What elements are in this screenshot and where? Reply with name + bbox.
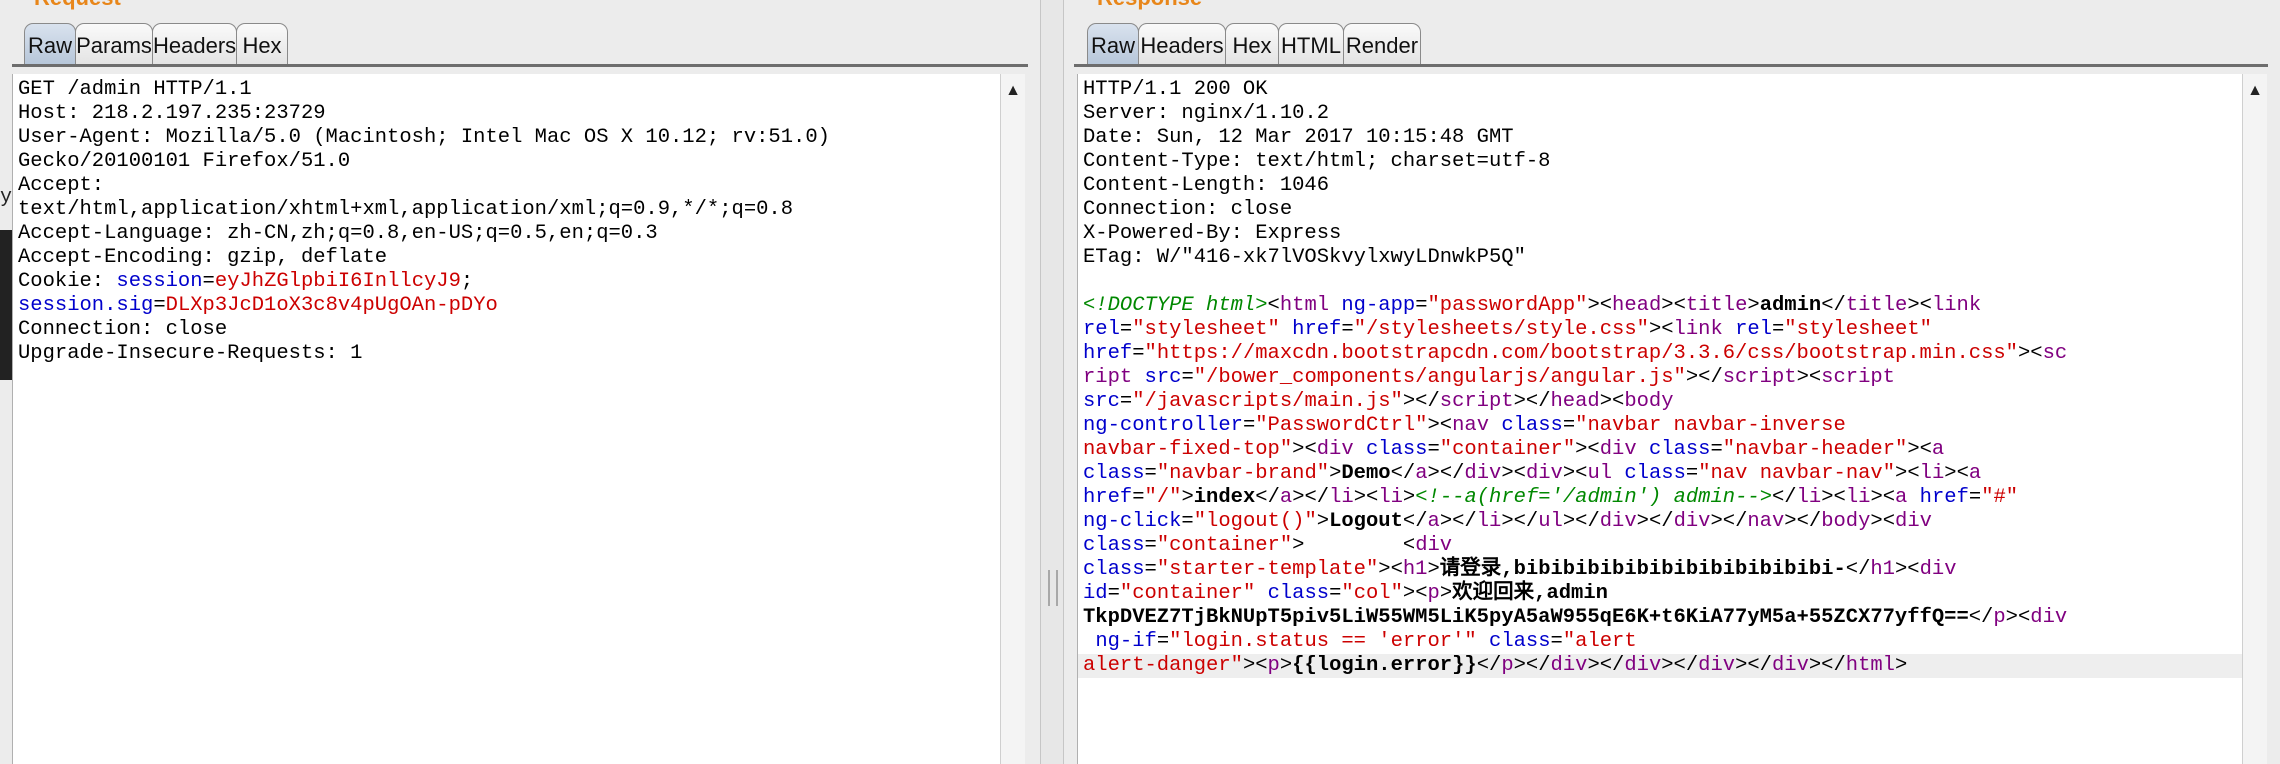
split-grip-icon[interactable]	[1048, 570, 1058, 606]
request-line: Accept:	[18, 174, 105, 197]
response-header-line: Date: Sun, 12 Mar 2017 10:15:48 GMT	[1083, 126, 1514, 149]
response-tab-html[interactable]: HTML	[1278, 23, 1344, 65]
request-line: Gecko/20100101 Firefox/51.0	[18, 150, 351, 173]
welcome-text: 欢迎回来,admin	[1452, 582, 1608, 605]
h1-text: 请登录,bibibibibibibibibibibibibi-	[1439, 558, 1846, 581]
request-title: Request	[34, 0, 121, 9]
doctype-text: <!DOCTYPE html>	[1083, 294, 1268, 317]
request-tab-hex[interactable]: Hex	[236, 23, 288, 65]
response-header-line: Content-Length: 1046	[1083, 174, 1330, 197]
request-scrollbar[interactable]: ▲	[1000, 74, 1025, 764]
request-editor[interactable]: GET /admin HTTP/1.1 Host: 218.2.197.235:…	[12, 74, 1001, 764]
response-tabbar: Raw Headers Hex HTML Render	[1062, 23, 2280, 67]
response-tab-headers[interactable]: Headers	[1138, 23, 1226, 65]
request-line: User-Agent: Mozilla/5.0 (Macintosh; Inte…	[18, 126, 830, 149]
split-divider[interactable]	[1040, 0, 1064, 764]
scroll-up-arrow-icon[interactable]: ▲	[2243, 82, 2267, 100]
response-header-line: Server: nginx/1.10.2	[1083, 102, 1330, 125]
scroll-up-arrow-icon[interactable]: ▲	[1001, 82, 1025, 100]
brand-text: Demo	[1341, 462, 1391, 485]
request-pane: Request Raw Params Headers Hex GET /admi…	[0, 0, 1040, 764]
request-tab-headers[interactable]: Headers	[152, 23, 237, 65]
cookie-prefix: Cookie:	[18, 270, 117, 293]
error-expression-text: {{login.error}}	[1292, 654, 1477, 677]
response-code: HTTP/1.1 200 OK Server: nginx/1.10.2 Dat…	[1083, 78, 2068, 677]
request-line: text/html,application/xhtml+xml,applicat…	[18, 198, 794, 221]
response-header-line: Connection: close	[1083, 198, 1293, 221]
logout-text: Logout	[1329, 510, 1403, 533]
cookie-separator: ;	[460, 270, 474, 293]
response-scrollbar[interactable]: ▲	[2242, 74, 2267, 764]
index-text: index	[1193, 486, 1256, 509]
response-title: Response	[1097, 0, 1202, 9]
request-line: GET /admin HTTP/1.1	[18, 78, 252, 101]
response-header-line: ETag: W/"416-xk7lVOSkvylxwyLDnwkP5Q"	[1083, 246, 1526, 269]
response-header-line: X-Powered-By: Express	[1083, 222, 1342, 245]
response-pane: Response Raw Headers Hex HTML Render HTT…	[1062, 0, 2280, 764]
cookie-value-session: eyJhZGlpbiI6InllcyJ9	[214, 270, 461, 293]
cookie-name-session-sig: session.sig	[18, 294, 154, 317]
response-header-line: Content-Type: text/html; charset=utf-8	[1083, 150, 1551, 173]
request-line: Connection: close	[18, 318, 228, 341]
request-code: GET /admin HTTP/1.1 Host: 218.2.197.235:…	[18, 78, 830, 365]
response-header-line: HTTP/1.1 200 OK	[1083, 78, 1268, 101]
request-line: Accept-Language: zh-CN,zh;q=0.8,en-US;q=…	[18, 222, 658, 245]
comment-text: <!--a(href='/admin') admin-->	[1415, 486, 1772, 509]
request-line: Upgrade-Insecure-Requests: 1	[18, 342, 363, 365]
cookie-value-session-sig: DLXp3JcD1oX3c8v4pUgOAn-pDYo	[165, 294, 498, 317]
response-tab-raw[interactable]: Raw	[1087, 23, 1139, 65]
request-line: Accept-Encoding: gzip, deflate	[18, 246, 388, 269]
request-tab-raw[interactable]: Raw	[24, 23, 76, 65]
title-text: admin	[1759, 294, 1822, 317]
token-text: TkpDVEZ7TjBkNUpT5piv5LiW55WM5LiK5pyA5aW9…	[1083, 606, 1969, 629]
cookie-name-session: session	[116, 270, 203, 293]
request-tab-params[interactable]: Params	[75, 23, 153, 65]
response-editor[interactable]: HTTP/1.1 200 OK Server: nginx/1.10.2 Dat…	[1077, 74, 2243, 764]
response-tab-hex[interactable]: Hex	[1225, 23, 1279, 65]
request-tabbar: Raw Params Headers Hex	[0, 23, 1040, 67]
response-tab-render[interactable]: Render	[1343, 23, 1421, 65]
request-line: Host: 218.2.197.235:23729	[18, 102, 326, 125]
